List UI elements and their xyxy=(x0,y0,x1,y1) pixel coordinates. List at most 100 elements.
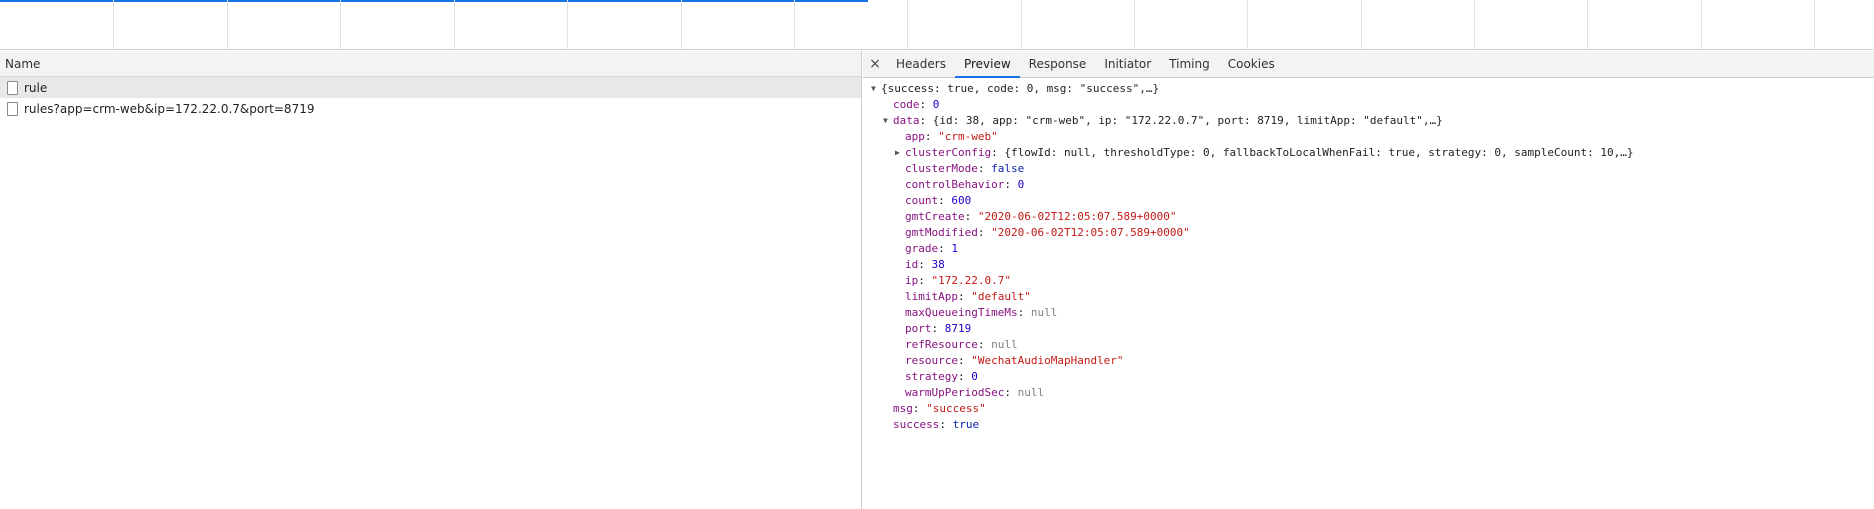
property-key: app xyxy=(905,130,925,143)
load-progress-bar xyxy=(0,0,868,2)
timeline-gridline xyxy=(227,0,228,49)
property-key: count xyxy=(905,194,939,207)
property-value: false xyxy=(991,162,1025,175)
expanded-triangle-icon[interactable]: ▼ xyxy=(883,113,888,129)
property-value: "2020-06-02T12:05:07.589+0000" xyxy=(991,226,1190,239)
tree-node-app: app: "crm-web" xyxy=(905,130,998,143)
request-name: rule xyxy=(24,80,48,95)
property-value: 0 xyxy=(932,98,940,111)
timeline-gridline xyxy=(1814,0,1815,49)
timeline-gridline xyxy=(1361,0,1362,49)
expanded-triangle-icon[interactable]: ▼ xyxy=(871,81,876,97)
property-key: warmUpPeriodSec xyxy=(905,386,1005,399)
property-key: success xyxy=(893,418,940,431)
timeline-gridline xyxy=(794,0,795,49)
property-key: data xyxy=(893,114,920,127)
timeline-gridline xyxy=(1701,0,1702,49)
close-icon[interactable]: × xyxy=(863,51,887,77)
property-value: 600 xyxy=(951,194,972,207)
tab-headers[interactable]: Headers xyxy=(887,51,955,77)
property-value: 1 xyxy=(951,242,958,255)
property-key: limitApp xyxy=(905,290,958,303)
property-value: "2020-06-02T12:05:07.589+0000" xyxy=(977,210,1177,223)
tree-node-data[interactable]: ▼ data: {id: 38, app: "crm-web", ip: "172… xyxy=(863,113,1874,129)
json-preview-tree: ▼ {success: true, code: 0, msg: "success"… xyxy=(863,78,1874,433)
tree-node-clusterConfig[interactable]: ▶ clusterConfig: {flowId: null, threshold… xyxy=(863,145,1874,161)
timeline-gridline xyxy=(340,0,341,49)
request-detail-pane: × Headers Preview Response Initiator Tim… xyxy=(863,51,1874,509)
tree-node-maxQueueingTimeMs: maxQueueingTimeMs: null xyxy=(905,306,1058,319)
property-key: clusterConfig xyxy=(905,146,992,159)
property-value: 8719 xyxy=(944,322,972,335)
timeline-gridline xyxy=(454,0,455,49)
property-value: "success" xyxy=(926,402,986,415)
property-key: id xyxy=(905,258,919,271)
tree-node-count: count: 600 xyxy=(905,194,972,207)
tab-initiator[interactable]: Initiator xyxy=(1095,51,1160,77)
timeline-gridline xyxy=(113,0,114,49)
tree-node-gmtCreate: gmtCreate: "2020-06-02T12:05:07.589+0000… xyxy=(905,210,1177,223)
property-key: controlBehavior xyxy=(905,178,1005,191)
tree-node-controlBehavior: controlBehavior: 0 xyxy=(905,178,1025,191)
property-key: refResource xyxy=(905,338,978,351)
document-icon xyxy=(7,80,18,95)
request-list-pane: Name rule rules?app=crm-web&ip=172.22.0.… xyxy=(0,51,862,509)
property-value: null xyxy=(1030,306,1058,319)
collapsed-triangle-icon[interactable]: ▶ xyxy=(895,145,900,161)
tree-node-ip: ip: "172.22.0.7" xyxy=(905,274,1011,287)
tab-cookies[interactable]: Cookies xyxy=(1219,51,1284,77)
property-key: clusterMode xyxy=(905,162,978,175)
detail-tabbar: × Headers Preview Response Initiator Tim… xyxy=(863,51,1874,78)
property-key: code xyxy=(893,98,920,111)
property-value: null xyxy=(1017,386,1045,399)
tree-node-msg: msg: "success" xyxy=(893,402,986,415)
timeline-gridline xyxy=(1587,0,1588,49)
tree-node-code: code: 0 xyxy=(893,98,940,111)
property-key: gmtCreate xyxy=(905,210,965,223)
tree-node-limitApp: limitApp: "default" xyxy=(905,290,1031,303)
property-key: ip xyxy=(905,274,919,287)
data-summary: {id: 38, app: "crm-web", ip: "172.22.0.7… xyxy=(932,114,1443,127)
tab-response[interactable]: Response xyxy=(1020,51,1096,77)
property-key: grade xyxy=(905,242,939,255)
timeline-gridline xyxy=(907,0,908,49)
timeline-gridline xyxy=(1474,0,1475,49)
tree-node-grade: grade: 1 xyxy=(905,242,958,255)
network-overview-timeline[interactable] xyxy=(0,0,1874,50)
tree-node-resource: resource: "WechatAudioMapHandler" xyxy=(905,354,1124,367)
timeline-gridline xyxy=(1134,0,1135,49)
property-key: strategy xyxy=(905,370,958,383)
property-key: resource xyxy=(905,354,958,367)
tree-node-port: port: 8719 xyxy=(905,322,972,335)
name-column-header[interactable]: Name xyxy=(0,51,861,77)
tree-node-success: success: true xyxy=(893,418,980,431)
property-value: 0 xyxy=(971,370,978,383)
tree-node-refResource: refResource: null xyxy=(905,338,1018,351)
property-value: null xyxy=(991,338,1018,351)
property-value: true xyxy=(952,418,980,431)
timeline-gridline xyxy=(1247,0,1248,49)
timeline-gridline xyxy=(1021,0,1022,49)
request-row-rule[interactable]: rule xyxy=(0,77,861,98)
property-value: "default" xyxy=(971,290,1031,303)
tree-node-id: id: 38 xyxy=(905,258,945,271)
property-value: "WechatAudioMapHandler" xyxy=(971,354,1124,367)
tree-node-gmtModified: gmtModified: "2020-06-02T12:05:07.589+00… xyxy=(905,226,1190,239)
request-row-rules-query[interactable]: rules?app=crm-web&ip=172.22.0.7&port=871… xyxy=(0,98,861,119)
document-icon xyxy=(7,101,18,116)
property-value: 0 xyxy=(1017,178,1025,191)
property-value: {flowId: null, thresholdType: 0, fallbac… xyxy=(1004,146,1634,159)
tree-node-root[interactable]: ▼ {success: true, code: 0, msg: "success"… xyxy=(863,81,1874,97)
tab-timing[interactable]: Timing xyxy=(1160,51,1219,77)
tab-preview[interactable]: Preview xyxy=(954,51,1020,78)
property-value: "172.22.0.7" xyxy=(931,274,1011,287)
property-key: msg xyxy=(893,402,913,415)
root-summary: {success: true, code: 0, msg: "success",… xyxy=(881,82,1160,95)
tree-node-warmUpPeriodSec: warmUpPeriodSec: null xyxy=(905,386,1045,399)
timeline-gridline xyxy=(567,0,568,49)
property-key: maxQueueingTimeMs xyxy=(905,306,1018,319)
timeline-gridline xyxy=(681,0,682,49)
property-key: port xyxy=(905,322,932,335)
request-name: rules?app=crm-web&ip=172.22.0.7&port=871… xyxy=(24,101,315,116)
property-key: gmtModified xyxy=(905,226,978,239)
